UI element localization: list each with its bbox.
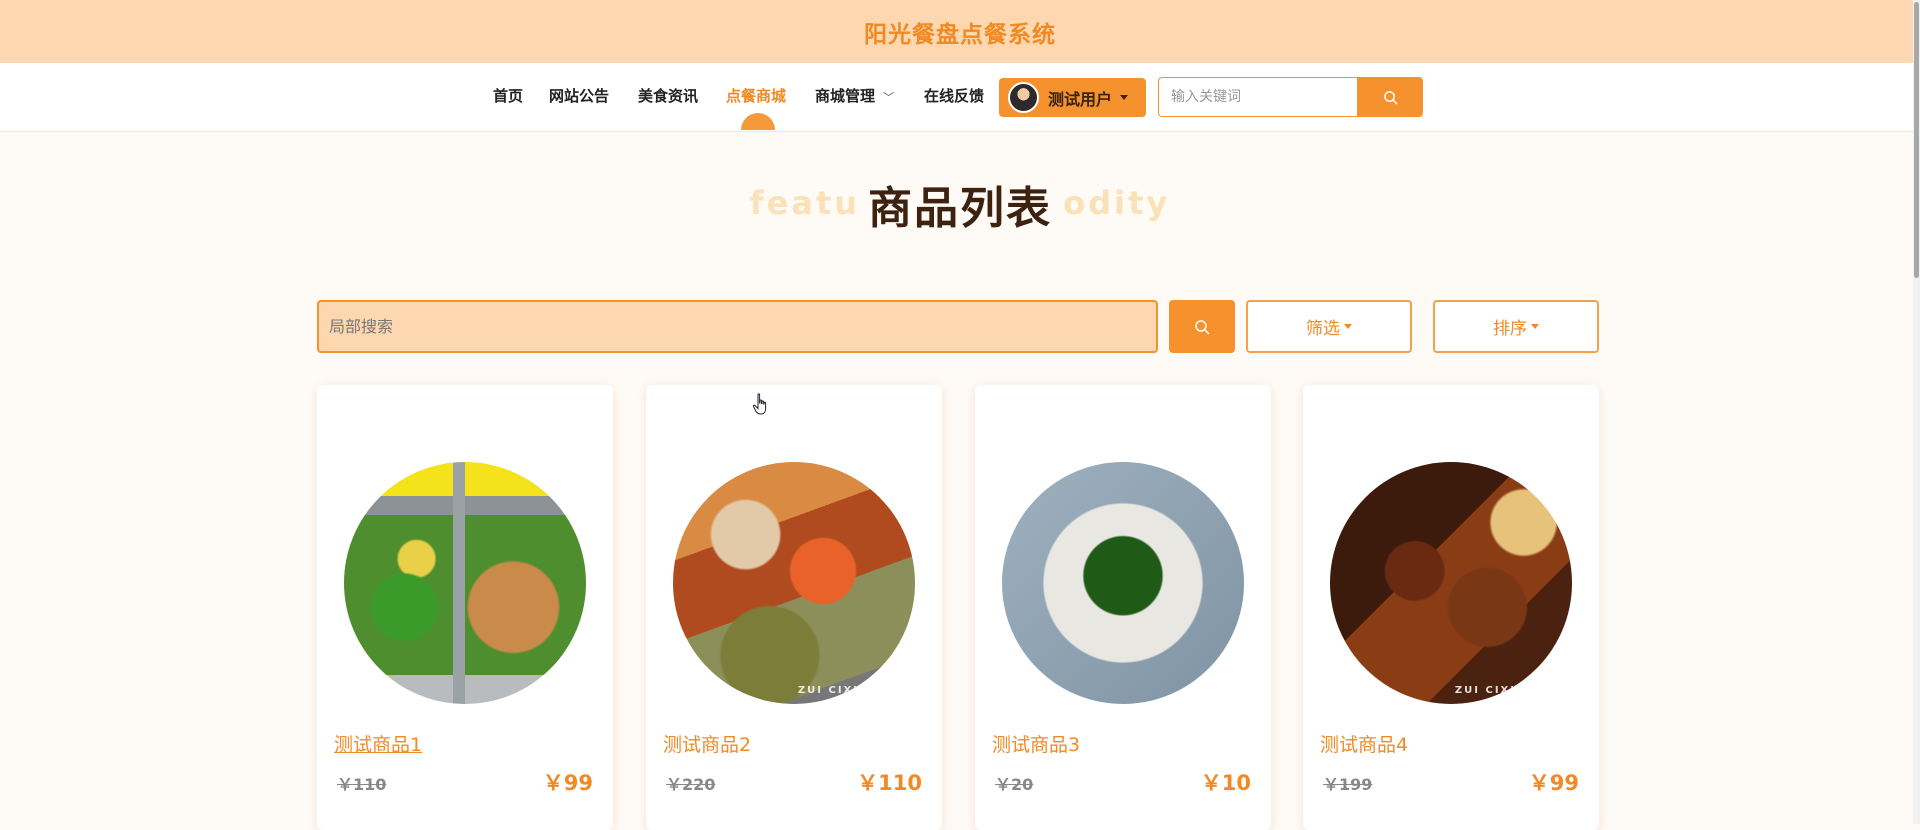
nav-feedback[interactable]: 在线反馈 (924, 85, 984, 106)
product-original-price: ￥220 (666, 775, 716, 794)
user-name: 测试用户 (1048, 89, 1113, 109)
page-title-text: 商品列表 (862, 183, 1058, 234)
image-watermark: ZUI CIXI (797, 685, 859, 696)
product-name[interactable]: 测试商品1 (334, 730, 422, 757)
product-price: ￥99 (1528, 771, 1579, 795)
avatar (1008, 82, 1039, 113)
image-watermark: ZUI CIXI (1454, 685, 1516, 696)
filter-dropdown-button[interactable]: 筛选 (1246, 300, 1412, 353)
sort-dropdown-button[interactable]: 排序 (1433, 300, 1599, 353)
product-image[interactable] (344, 462, 586, 704)
caret-down-icon (1344, 324, 1352, 329)
nav-shop[interactable]: 点餐商城 (726, 85, 786, 106)
site-title: 阳光餐盘点餐系统 (864, 21, 1056, 48)
product-card[interactable]: ZUI CIXI 测试商品2 ￥220 ￥110 (646, 385, 942, 830)
nav-announcements[interactable]: 网站公告 (549, 85, 609, 106)
hand-cursor-icon (752, 393, 767, 415)
product-name[interactable]: 测试商品2 (663, 730, 751, 757)
page-title: 商品列表 (0, 172, 1920, 236)
filter-label: 筛选 (1306, 319, 1340, 339)
product-image[interactable] (1002, 462, 1244, 704)
caret-down-icon (1120, 95, 1129, 100)
product-name[interactable]: 测试商品4 (1320, 730, 1408, 757)
product-original-price: ￥110 (337, 775, 387, 794)
caret-down-icon (1531, 324, 1539, 329)
product-card[interactable]: ZUI CIXI 测试商品4 ￥199 ￥99 (1303, 385, 1599, 830)
keyword-search-input[interactable] (1158, 77, 1357, 117)
product-original-price: ￥20 (995, 775, 1034, 794)
sort-label: 排序 (1493, 319, 1527, 339)
chevron-down-icon: ﹀ (883, 91, 895, 104)
local-search-input[interactable] (317, 300, 1158, 353)
search-icon (1195, 319, 1210, 334)
nav-food-news[interactable]: 美食资讯 (638, 85, 698, 106)
user-menu-button[interactable]: 测试用户 (999, 78, 1146, 117)
product-price: ￥99 (542, 771, 593, 795)
nav-home[interactable]: 首页 (493, 85, 523, 106)
product-image[interactable]: ZUI CIXI (673, 462, 915, 704)
product-card[interactable]: 测试商品1 ￥110 ￥99 (317, 385, 613, 830)
keyword-search-button[interactable] (1357, 77, 1423, 117)
product-price: ￥10 (1200, 771, 1251, 795)
product-price: ￥110 (857, 771, 922, 795)
product-name[interactable]: 测试商品3 (992, 730, 1080, 757)
search-icon (1383, 90, 1397, 104)
product-original-price: ￥199 (1323, 775, 1373, 794)
local-search-button[interactable] (1169, 300, 1235, 353)
nav-shop-management-label: 商城管理 (815, 87, 876, 105)
product-card[interactable]: 测试商品3 ￥20 ￥10 (975, 385, 1271, 830)
product-image[interactable]: ZUI CIXI (1330, 462, 1572, 704)
scrollbar-thumb[interactable] (1914, 2, 1919, 278)
site-header: 阳光餐盘点餐系统 (0, 0, 1920, 63)
nav-shop-management[interactable]: 商城管理 ﹀ (815, 85, 894, 106)
